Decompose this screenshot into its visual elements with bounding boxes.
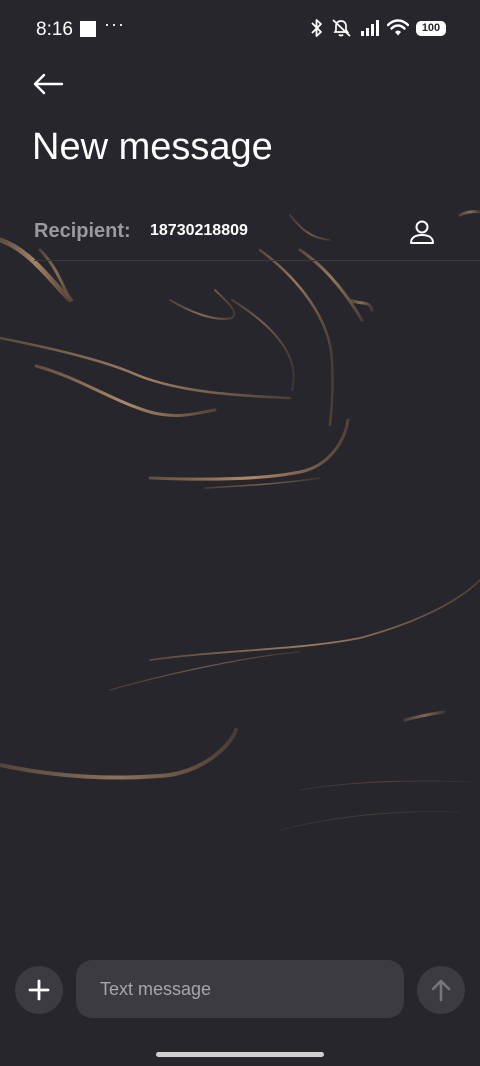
signal-icon <box>361 20 379 36</box>
home-indicator[interactable] <box>156 1052 324 1057</box>
wifi-icon <box>387 19 409 36</box>
back-button[interactable] <box>28 64 68 104</box>
status-bar: 8:16 ··· 100 <box>0 0 480 60</box>
more-notifications-icon: ··· <box>104 14 125 34</box>
battery-icon: 100 <box>416 20 446 36</box>
arrow-up-icon <box>431 979 451 1002</box>
message-input[interactable] <box>76 960 404 1018</box>
recipient-row[interactable]: Recipient: 18730218809 <box>0 200 480 262</box>
bluetooth-icon <box>311 19 322 37</box>
plus-icon <box>28 979 50 1001</box>
page-title: New message <box>32 126 273 168</box>
notification-square-icon <box>80 21 96 37</box>
person-icon <box>410 220 434 244</box>
contact-picker-button[interactable] <box>402 212 442 252</box>
add-attachment-button[interactable] <box>15 966 63 1014</box>
recipient-label: Recipient: <box>34 220 131 242</box>
status-time: 8:16 <box>36 19 73 40</box>
arrow-left-icon <box>33 73 64 95</box>
recipient-input[interactable]: 18730218809 <box>150 222 248 240</box>
mute-icon <box>332 19 351 37</box>
status-icons: 100 <box>310 18 446 38</box>
recipient-divider <box>34 260 480 261</box>
send-button[interactable] <box>417 966 465 1014</box>
